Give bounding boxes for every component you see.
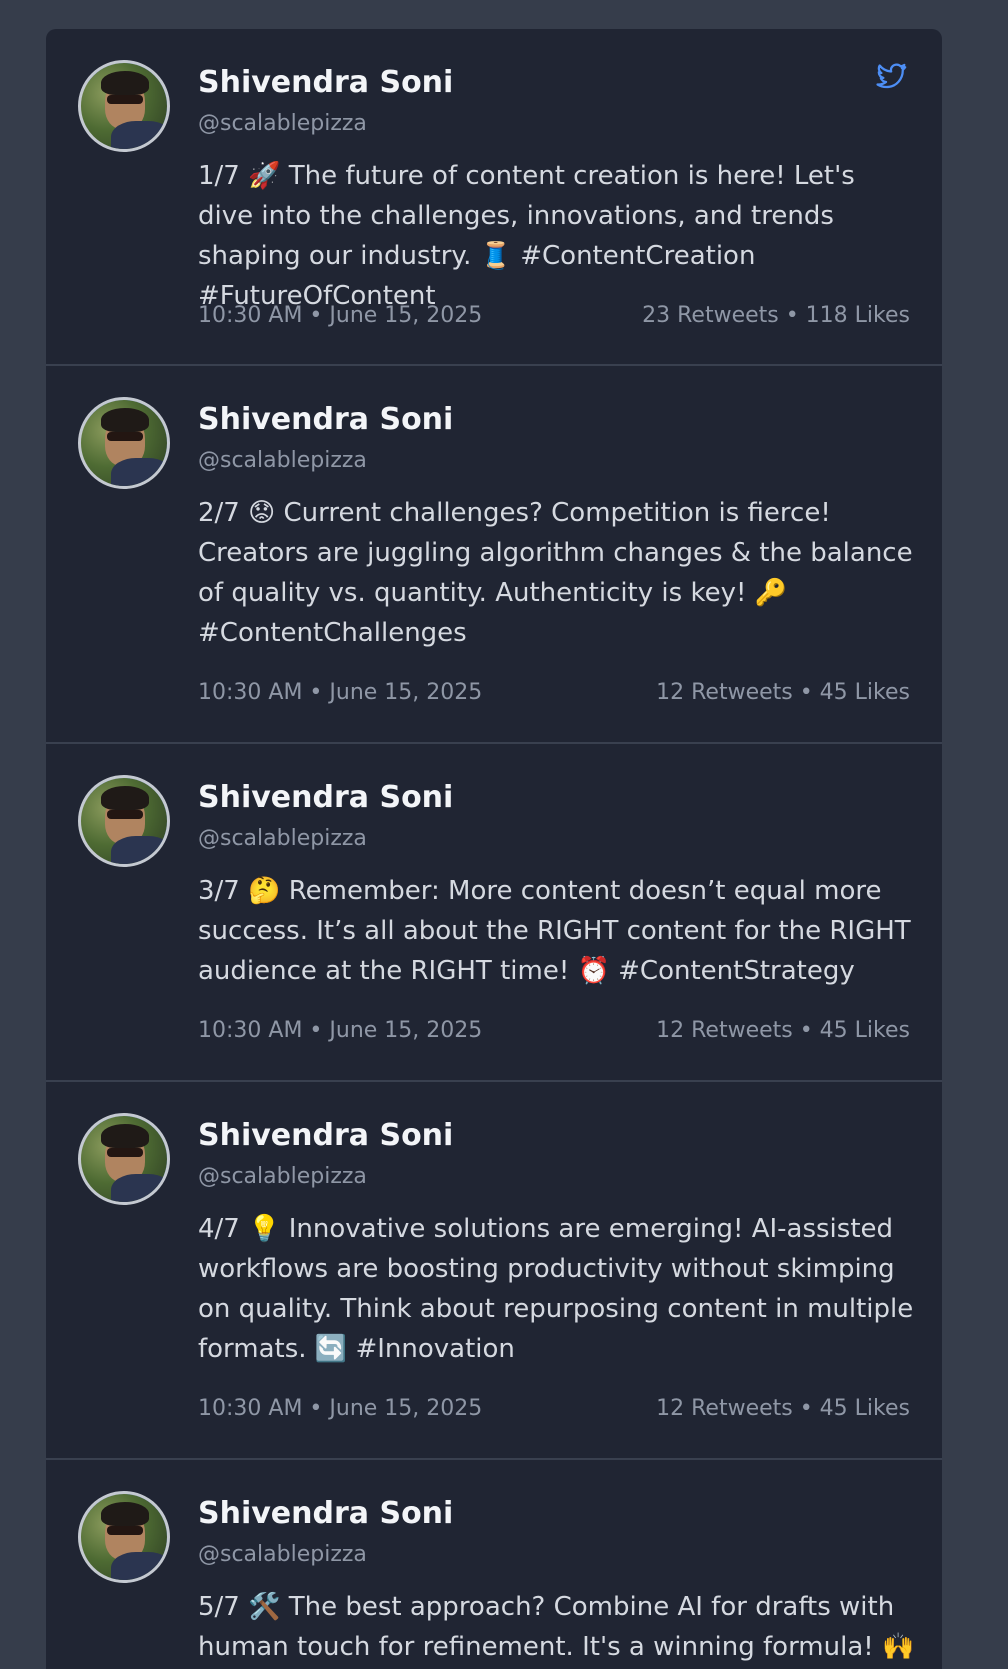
author-handle[interactable]: @scalablepizza bbox=[198, 826, 367, 851]
avatar-ring bbox=[81, 1116, 167, 1202]
tweet-text: 3/7 🤔 Remember: More content doesn’t equ… bbox=[198, 876, 911, 986]
tweet-text: 5/7 🛠️ The best approach? Combine AI for… bbox=[198, 1592, 915, 1662]
author-handle[interactable]: @scalablepizza bbox=[198, 1164, 367, 1189]
tweet-stats[interactable]: 12 Retweets • 45 Likes bbox=[656, 1396, 910, 1421]
avatar[interactable] bbox=[78, 60, 170, 152]
avatar[interactable] bbox=[78, 1113, 170, 1205]
tweet-text: 4/7 💡 Innovative solutions are emerging!… bbox=[198, 1214, 914, 1364]
author-name[interactable]: Shivendra Soni bbox=[198, 1496, 453, 1531]
author-name[interactable]: Shivendra Soni bbox=[198, 1118, 453, 1153]
avatar-ring bbox=[81, 1494, 167, 1580]
avatar[interactable] bbox=[78, 1491, 170, 1583]
tweet-card[interactable]: Shivendra Soni @scalablepizza 2/7 😟 Curr… bbox=[46, 366, 942, 744]
tweet-card[interactable]: Shivendra Soni @scalablepizza 5/7 🛠️ The… bbox=[46, 1460, 942, 1669]
author-name[interactable]: Shivendra Soni bbox=[198, 402, 453, 437]
tweet-stats[interactable]: 12 Retweets • 45 Likes bbox=[656, 680, 910, 705]
author-handle[interactable]: @scalablepizza bbox=[198, 448, 367, 473]
tweet-card[interactable]: Shivendra Soni @scalablepizza 4/7 💡 Inno… bbox=[46, 1082, 942, 1460]
avatar[interactable] bbox=[78, 397, 170, 489]
tweet-timestamp[interactable]: 10:30 AM • June 15, 2025 bbox=[198, 1396, 482, 1421]
tweet-timestamp[interactable]: 10:30 AM • June 15, 2025 bbox=[198, 1018, 482, 1043]
tweet-stats[interactable]: 23 Retweets • 118 Likes bbox=[642, 303, 910, 328]
tweet-card[interactable]: Shivendra Soni @scalablepizza 3/7 🤔 Reme… bbox=[46, 744, 942, 1082]
author-name[interactable]: Shivendra Soni bbox=[198, 65, 453, 100]
tweet-text: 2/7 😟 Current challenges? Competition is… bbox=[198, 498, 913, 648]
avatar[interactable] bbox=[78, 775, 170, 867]
avatar-ring bbox=[81, 400, 167, 486]
avatar-ring bbox=[81, 778, 167, 864]
tweet-card[interactable]: Shivendra Soni @scalablepizza 1/7 🚀 The … bbox=[46, 29, 942, 366]
author-handle[interactable]: @scalablepizza bbox=[198, 1542, 367, 1567]
tweet-text: 1/7 🚀 The future of content creation is … bbox=[198, 161, 855, 311]
tweet-thread: Shivendra Soni @scalablepizza 1/7 🚀 The … bbox=[46, 29, 942, 1669]
author-name[interactable]: Shivendra Soni bbox=[198, 780, 453, 815]
twitter-bird-icon[interactable] bbox=[872, 59, 910, 93]
tweet-stats[interactable]: 12 Retweets • 45 Likes bbox=[656, 1018, 910, 1043]
tweet-timestamp[interactable]: 10:30 AM • June 15, 2025 bbox=[198, 680, 482, 705]
avatar-ring bbox=[81, 63, 167, 149]
tweet-timestamp[interactable]: 10:30 AM • June 15, 2025 bbox=[198, 303, 482, 328]
author-handle[interactable]: @scalablepizza bbox=[198, 111, 367, 136]
